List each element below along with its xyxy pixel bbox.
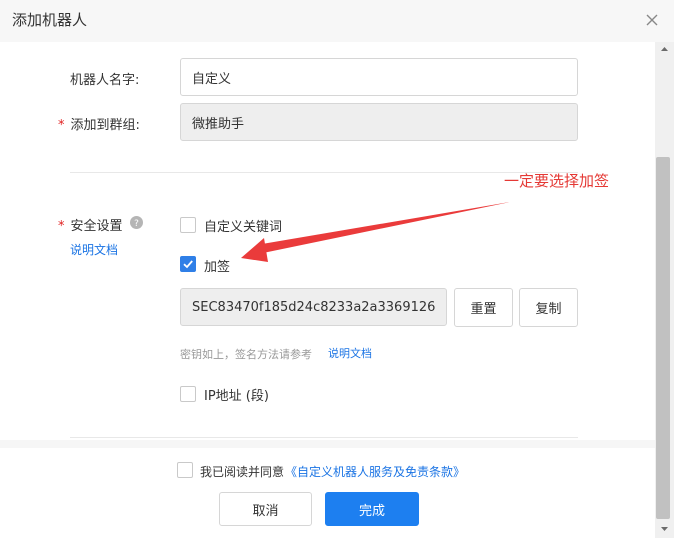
scrollbar-thumb[interactable] xyxy=(656,157,670,519)
scroll-down-icon[interactable] xyxy=(655,522,674,536)
scroll-up-icon[interactable] xyxy=(655,42,674,56)
annotation-arrow xyxy=(241,202,510,262)
